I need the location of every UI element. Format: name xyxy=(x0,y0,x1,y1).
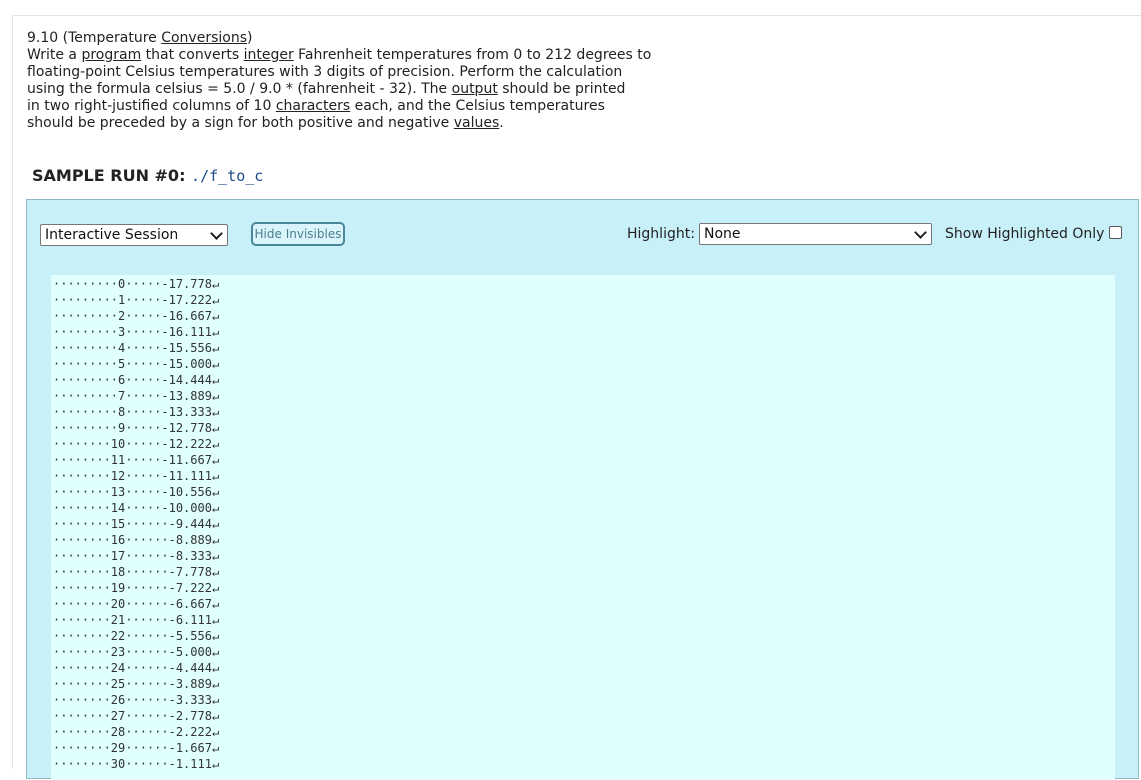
sample-run-command: ./f_to_c xyxy=(191,167,264,185)
problem-line-4: using the formula celsius = 5.0 / 9.0 * … xyxy=(27,81,667,98)
output-line: ·········8·····-13.333↵ xyxy=(53,405,220,419)
problem-line-2: Write a program that converts integer Fa… xyxy=(27,47,667,64)
integer-link[interactable]: integer xyxy=(244,47,294,63)
problem-text: each, and the Celsius temperatures xyxy=(350,98,605,114)
problem-title-text: 9.10 (Temperature xyxy=(27,30,162,46)
session-mode-value: Interactive Session xyxy=(45,227,179,243)
output-line: ·········1·····-17.222↵ xyxy=(53,293,220,307)
output-line: ········28······-2.222↵ xyxy=(53,725,220,739)
output-line: ········26······-3.333↵ xyxy=(53,693,220,707)
output-line: ·········6·····-14.444↵ xyxy=(53,373,220,387)
problem-text: that converts xyxy=(141,47,244,63)
output-line: ········29······-1.667↵ xyxy=(53,741,220,755)
output-line: ········25······-3.889↵ xyxy=(53,677,220,691)
output-line: ········12·····-11.111↵ xyxy=(53,469,220,483)
show-highlighted-only-label: Show Highlighted Only xyxy=(945,226,1105,242)
chevron-down-icon xyxy=(210,227,223,240)
session-mode-select[interactable]: Interactive Session xyxy=(40,224,228,246)
highlight-label: Highlight: xyxy=(627,226,695,242)
output-line: ········17······-8.333↵ xyxy=(53,549,220,563)
problem-text: should be preceded by a sign for both po… xyxy=(27,115,454,131)
program-link[interactable]: program xyxy=(81,47,141,63)
problem-line-3: floating-point Celsius temperatures with… xyxy=(27,64,623,80)
hide-invisibles-button[interactable]: Hide Invisibles xyxy=(251,222,345,246)
session-output: ·········0·····-17.778↵ ·········1·····-1… xyxy=(51,275,1115,780)
output-line: ·········3·····-16.111↵ xyxy=(53,325,220,339)
output-line: ·········7·····-13.889↵ xyxy=(53,389,220,403)
output-line: ·········4·····-15.556↵ xyxy=(53,341,220,355)
output-line: ········30······-1.111↵ xyxy=(53,757,220,771)
output-line: ········27······-2.778↵ xyxy=(53,709,220,723)
problem-text: in two right-justified columns of 10 xyxy=(27,98,276,114)
sample-run-label: SAMPLE RUN #0: xyxy=(32,166,186,185)
output-line: ········23······-5.000↵ xyxy=(53,645,220,659)
output-line: ········11·····-11.667↵ xyxy=(53,453,220,467)
values-link[interactable]: values xyxy=(454,115,500,131)
problem-description: 9.10 (Temperature Conversions) Write a p… xyxy=(27,30,667,132)
output-line: ········19······-7.222↵ xyxy=(53,581,220,595)
sample-run-heading: SAMPLE RUN #0: ./f_to_c xyxy=(32,166,263,185)
highlight-select[interactable]: None xyxy=(699,223,932,245)
output-line: ········24······-4.444↵ xyxy=(53,661,220,675)
problem-text: should be printed xyxy=(497,81,626,97)
output-line: ·········9·····-12.778↵ xyxy=(53,421,220,435)
problem-text: using the formula celsius = 5.0 / 9.0 * … xyxy=(27,81,452,97)
output-line: ········16······-8.889↵ xyxy=(53,533,220,547)
session-panel: Interactive Session Hide Invisibles High… xyxy=(26,199,1139,780)
output-line: ········14·····-10.000↵ xyxy=(53,501,220,515)
conversions-link[interactable]: Conversions xyxy=(161,30,247,46)
chevron-down-icon xyxy=(914,226,927,239)
output-line: ········15······-9.444↵ xyxy=(53,517,220,531)
problem-line-6: should be preceded by a sign for both po… xyxy=(27,115,667,132)
problem-text: Write a xyxy=(27,47,82,63)
output-line: ·········5·····-15.000↵ xyxy=(53,357,220,371)
problem-title: 9.10 (Temperature Conversions) xyxy=(27,30,667,47)
problem-text: Fahrenheit temperatures from 0 to 212 de… xyxy=(293,47,652,63)
output-line: ········20······-6.667↵ xyxy=(53,597,220,611)
show-highlighted-only-checkbox[interactable] xyxy=(1109,226,1122,239)
output-line: ·········2·····-16.667↵ xyxy=(53,309,220,323)
output-line: ········18······-7.778↵ xyxy=(53,565,220,579)
output-line: ········21······-6.111↵ xyxy=(53,613,220,627)
output-line: ········22······-5.556↵ xyxy=(53,629,220,643)
highlight-value: None xyxy=(704,226,741,242)
problem-title-close: ) xyxy=(247,30,253,46)
problem-text: . xyxy=(499,115,504,131)
output-line: ········13·····-10.556↵ xyxy=(53,485,220,499)
output-line: ········10·····-12.222↵ xyxy=(53,437,220,451)
output-link[interactable]: output xyxy=(452,81,498,97)
output-line: ·········0·····-17.778↵ xyxy=(53,277,220,291)
characters-link[interactable]: characters xyxy=(276,98,350,114)
problem-line-5: in two right-justified columns of 10 cha… xyxy=(27,98,667,115)
